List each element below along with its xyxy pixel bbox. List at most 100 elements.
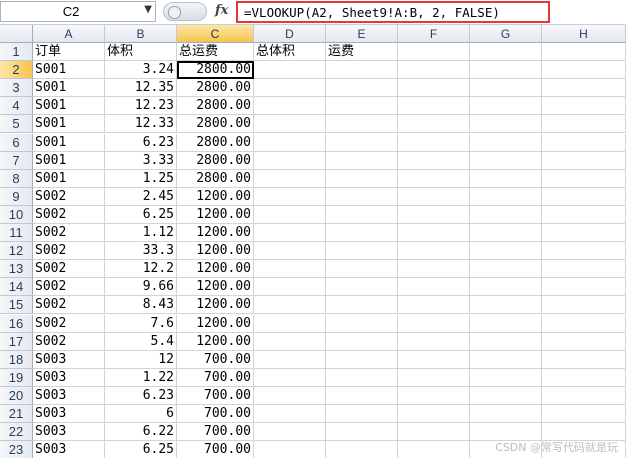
- cell-e19[interactable]: [326, 368, 398, 387]
- formula-input[interactable]: =VLOOKUP(A2, Sheet9!A:B, 2, FALSE): [236, 1, 550, 23]
- column-header-h[interactable]: H: [542, 25, 626, 43]
- cell-d17[interactable]: [254, 332, 326, 351]
- cell-h13[interactable]: [542, 260, 626, 279]
- cell-h7[interactable]: [542, 151, 626, 170]
- cell-d3[interactable]: [254, 79, 326, 98]
- cell-f15[interactable]: [398, 296, 470, 315]
- cell-h1[interactable]: [542, 43, 626, 61]
- cell-a13[interactable]: S002: [33, 260, 105, 279]
- cell-a21[interactable]: S003: [33, 405, 105, 423]
- column-header-c[interactable]: C: [177, 25, 254, 43]
- cell-g3[interactable]: [470, 79, 542, 98]
- cell-d15[interactable]: [254, 296, 326, 315]
- cell-b10[interactable]: 6.25: [105, 205, 177, 224]
- cell-f12[interactable]: [398, 242, 470, 261]
- column-header-f[interactable]: F: [398, 25, 470, 43]
- cell-g20[interactable]: [470, 386, 542, 405]
- cell-e3[interactable]: [326, 79, 398, 98]
- cell-e7[interactable]: [326, 151, 398, 170]
- cell-e12[interactable]: [326, 242, 398, 261]
- cell-b17[interactable]: 5.4: [105, 332, 177, 351]
- cell-f10[interactable]: [398, 205, 470, 224]
- cell-a4[interactable]: S001: [33, 97, 105, 116]
- cell-e10[interactable]: [326, 205, 398, 224]
- cell-e1[interactable]: 运费: [326, 43, 398, 61]
- cell-g9[interactable]: [470, 187, 542, 206]
- cell-g5[interactable]: [470, 115, 542, 134]
- row-header[interactable]: 16: [0, 314, 33, 333]
- cell-a16[interactable]: S002: [33, 314, 105, 333]
- cell-h14[interactable]: [542, 278, 626, 297]
- cell-e4[interactable]: [326, 97, 398, 116]
- cell-c10[interactable]: 1200.00: [177, 205, 254, 224]
- cell-c8[interactable]: 2800.00: [177, 169, 254, 188]
- cell-g7[interactable]: [470, 151, 542, 170]
- cell-f17[interactable]: [398, 332, 470, 351]
- cell-h15[interactable]: [542, 296, 626, 315]
- cell-b9[interactable]: 2.45: [105, 187, 177, 206]
- cell-h3[interactable]: [542, 79, 626, 98]
- cell-g19[interactable]: [470, 368, 542, 387]
- cell-a18[interactable]: S003: [33, 350, 105, 369]
- cell-e22[interactable]: [326, 423, 398, 442]
- cell-f23[interactable]: [398, 441, 470, 458]
- cell-b7[interactable]: 3.33: [105, 151, 177, 170]
- cell-f21[interactable]: [398, 405, 470, 423]
- column-header-e[interactable]: E: [326, 25, 398, 43]
- row-header[interactable]: 20: [0, 386, 33, 405]
- cell-g16[interactable]: [470, 314, 542, 333]
- cell-a15[interactable]: S002: [33, 296, 105, 315]
- cell-f14[interactable]: [398, 278, 470, 297]
- row-header[interactable]: 1: [0, 43, 33, 61]
- cell-b5[interactable]: 12.33: [105, 115, 177, 134]
- row-header[interactable]: 9: [0, 187, 33, 206]
- cell-c12[interactable]: 1200.00: [177, 242, 254, 261]
- cell-e13[interactable]: [326, 260, 398, 279]
- cell-b18[interactable]: 12: [105, 350, 177, 369]
- column-header-g[interactable]: G: [470, 25, 542, 43]
- cell-c2[interactable]: 2800.00: [177, 61, 254, 80]
- cell-g10[interactable]: [470, 205, 542, 224]
- cell-e15[interactable]: [326, 296, 398, 315]
- name-box[interactable]: C2 ▼: [0, 1, 156, 22]
- row-header[interactable]: 6: [0, 133, 33, 152]
- cell-b6[interactable]: 6.23: [105, 133, 177, 152]
- cell-a5[interactable]: S001: [33, 115, 105, 134]
- cell-d11[interactable]: [254, 224, 326, 242]
- cell-h18[interactable]: [542, 350, 626, 369]
- cell-g11[interactable]: [470, 224, 542, 242]
- cell-c19[interactable]: 700.00: [177, 368, 254, 387]
- cell-c6[interactable]: 2800.00: [177, 133, 254, 152]
- cell-b15[interactable]: 8.43: [105, 296, 177, 315]
- cell-e23[interactable]: [326, 441, 398, 458]
- cell-f5[interactable]: [398, 115, 470, 134]
- cell-d4[interactable]: [254, 97, 326, 116]
- cell-a12[interactable]: S002: [33, 242, 105, 261]
- row-header[interactable]: 11: [0, 224, 33, 242]
- cell-e9[interactable]: [326, 187, 398, 206]
- row-header[interactable]: 18: [0, 350, 33, 369]
- cell-h10[interactable]: [542, 205, 626, 224]
- row-header[interactable]: 17: [0, 332, 33, 351]
- cell-d19[interactable]: [254, 368, 326, 387]
- cell-e11[interactable]: [326, 224, 398, 242]
- cell-e8[interactable]: [326, 169, 398, 188]
- cell-c18[interactable]: 700.00: [177, 350, 254, 369]
- cell-d20[interactable]: [254, 386, 326, 405]
- cell-a19[interactable]: S003: [33, 368, 105, 387]
- cell-e5[interactable]: [326, 115, 398, 134]
- cell-c23[interactable]: 700.00: [177, 441, 254, 458]
- cell-c15[interactable]: 1200.00: [177, 296, 254, 315]
- cell-d2[interactable]: [254, 61, 326, 80]
- cell-b8[interactable]: 1.25: [105, 169, 177, 188]
- cell-h17[interactable]: [542, 332, 626, 351]
- cell-d23[interactable]: [254, 441, 326, 458]
- cell-c20[interactable]: 700.00: [177, 386, 254, 405]
- cell-f3[interactable]: [398, 79, 470, 98]
- cell-f16[interactable]: [398, 314, 470, 333]
- row-header[interactable]: 3: [0, 79, 33, 98]
- cell-e16[interactable]: [326, 314, 398, 333]
- cell-g6[interactable]: [470, 133, 542, 152]
- cell-c16[interactable]: 1200.00: [177, 314, 254, 333]
- cell-b2[interactable]: 3.24: [105, 61, 177, 80]
